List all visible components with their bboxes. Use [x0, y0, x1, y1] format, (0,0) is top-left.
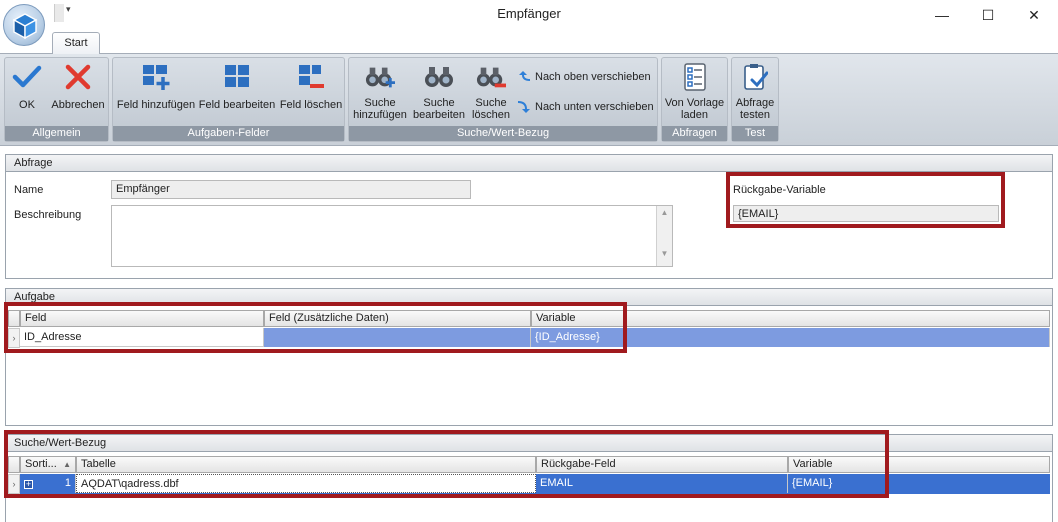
test-query-button[interactable]: Abfrage testen [733, 61, 777, 121]
group-label-abfragen: Abfragen [662, 126, 727, 141]
application-menu-button[interactable] [3, 4, 45, 46]
beschreibung-field[interactable] [111, 205, 673, 267]
aufgabe-col-zusatz[interactable]: Feld (Zusätzliche Daten) [264, 310, 531, 327]
beschreibung-label: Beschreibung [14, 209, 82, 221]
checklist-icon [680, 61, 710, 93]
add-field-icon [141, 61, 171, 93]
tab-start[interactable]: Start [52, 32, 100, 54]
cancel-button[interactable]: Abbrechen [49, 61, 107, 111]
load-template-button[interactable]: Von Vorlage laden [663, 61, 726, 121]
add-search-button[interactable]: Suche hinzufügen [351, 61, 409, 121]
edit-field-icon [222, 61, 252, 93]
cancel-label: Abbrechen [51, 99, 105, 111]
cell-tabelle[interactable]: AQDAT\qadress.dbf [76, 474, 536, 493]
binoculars-delete-icon [476, 61, 506, 93]
beschreibung-scrollbar[interactable]: ▲ ▼ [656, 206, 672, 266]
delete-search-button[interactable]: Suche löschen [469, 61, 513, 121]
scroll-down-icon[interactable]: ▼ [657, 249, 672, 258]
scroll-up-icon[interactable]: ▲ [657, 208, 672, 217]
row-selector-icon: › [8, 328, 20, 348]
sort-ascending-icon: ▲ [63, 460, 71, 469]
rueckgabe-variable-field[interactable]: {EMAIL} [733, 205, 999, 222]
edit-search-button[interactable]: Suche bearbeiten [411, 61, 467, 121]
delete-field-icon [296, 61, 326, 93]
move-up-button[interactable]: Nach oben verschieben [517, 70, 651, 84]
group-label-suche: Suche/Wert-Bezug [349, 126, 657, 141]
move-down-button[interactable]: Nach unten verschieben [517, 100, 654, 114]
group-label-test: Test [732, 126, 778, 141]
clipboard-check-icon [740, 61, 770, 93]
delete-field-label: Feld löschen [279, 99, 343, 111]
table-row[interactable]: › + 1 AQDAT\qadress.dbf EMAIL {EMAIL} [8, 474, 1050, 494]
close-button[interactable]: ✕ [1011, 0, 1057, 30]
add-field-button[interactable]: Feld hinzufügen [115, 61, 197, 111]
minimize-button[interactable]: — [919, 0, 965, 30]
suche-row-indicator-header [8, 456, 20, 473]
suche-col-variable[interactable]: Variable [788, 456, 1050, 473]
ribbon-group-suche: Suche hinzufügen Suche bearbeiten Suche lös… [348, 57, 658, 142]
window-title: Empfänger [497, 6, 561, 21]
ok-button[interactable]: OK [7, 61, 47, 111]
cell-feld[interactable]: ID_Adresse [20, 328, 264, 347]
edit-field-label: Feld bearbeiten [198, 99, 276, 111]
name-field[interactable]: Empfänger [111, 180, 471, 199]
checkmark-icon [12, 61, 42, 93]
table-row[interactable]: › ID_Adresse {ID_Adresse} [8, 328, 1050, 348]
arrow-up-icon [519, 71, 530, 81]
cell-zusatz[interactable] [264, 328, 531, 347]
arrow-down-icon [518, 101, 530, 113]
cell-variable[interactable]: {EMAIL} [788, 474, 1050, 493]
abfrage-panel-header: Abfrage [5, 154, 1053, 172]
ok-label: OK [19, 99, 35, 111]
ribbon-group-test: Abfrage testen Test [731, 57, 779, 142]
binoculars-add-icon [365, 61, 395, 93]
aufgabe-row-indicator-header [8, 310, 20, 327]
cube-icon [12, 13, 38, 40]
suche-col-sort-label: Sorti... [25, 458, 57, 470]
ribbon-group-aufgaben-felder: Feld hinzufügen Feld bearbeiten Feld lös… [112, 57, 345, 142]
ribbon-group-abfragen: Von Vorlage laden Abfragen [661, 57, 728, 142]
name-label: Name [14, 184, 44, 196]
load-template-label: Von Vorlage laden [664, 97, 725, 121]
group-label-allgemein: Allgemein [5, 126, 108, 141]
rueckgabe-variable-label: Rückgabe-Variable [733, 184, 826, 196]
cell-variable[interactable]: {ID_Adresse} [531, 328, 1050, 347]
edit-field-button[interactable]: Feld bearbeiten [198, 61, 276, 111]
cross-icon [63, 61, 93, 93]
edit-search-label: Suche bearbeiten [413, 97, 465, 121]
binoculars-icon [424, 61, 454, 93]
ribbon-group-allgemein: OK Abbrechen Allgemein [4, 57, 109, 142]
cell-rueckgabe-feld[interactable]: EMAIL [536, 474, 788, 493]
delete-field-button[interactable]: Feld löschen [278, 61, 344, 111]
aufgabe-panel-header: Aufgabe [5, 288, 1053, 306]
delete-search-label: Suche löschen [472, 97, 510, 121]
test-query-label: Abfrage testen [735, 97, 775, 121]
move-up-label: Nach oben verschieben [535, 71, 651, 83]
suche-panel-header: Suche/Wert-Bezug [5, 434, 1053, 452]
aufgabe-col-feld[interactable]: Feld [20, 310, 264, 327]
move-down-label: Nach unten verschieben [535, 101, 654, 113]
add-field-label: Feld hinzufügen [116, 99, 196, 111]
suche-col-sort[interactable]: Sorti... ▲ [20, 456, 76, 473]
add-search-label: Suche hinzufügen [353, 97, 407, 121]
aufgabe-col-variable[interactable]: Variable [531, 310, 1050, 327]
suche-col-tabelle[interactable]: Tabelle [76, 456, 536, 473]
ribbon-tab-strip [0, 30, 1058, 54]
row-selector-icon: › [8, 474, 20, 494]
maximize-button[interactable]: ☐ [965, 0, 1011, 30]
cell-sort[interactable]: 1 [20, 474, 76, 493]
suche-col-rueckgabe-feld[interactable]: Rückgabe-Feld [536, 456, 788, 473]
group-label-aufgaben-felder: Aufgaben-Felder [113, 126, 344, 141]
